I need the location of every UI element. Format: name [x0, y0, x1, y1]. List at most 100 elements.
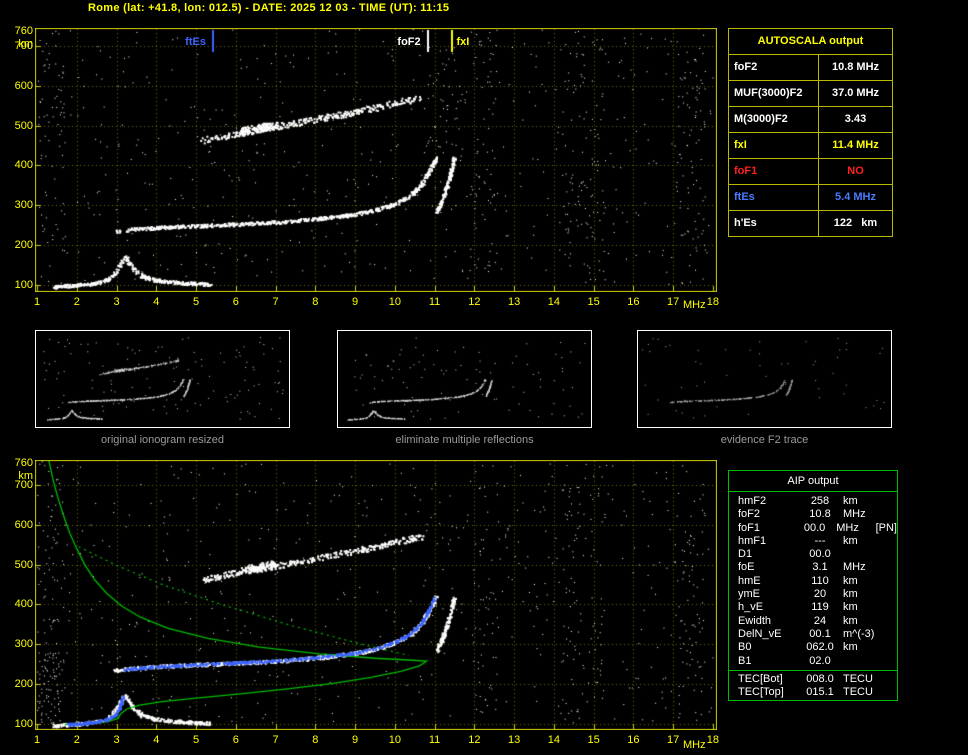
x-tick-label: 8 [312, 296, 319, 308]
x-tick-label: 4 [153, 734, 160, 746]
aip-table-row: h_vE 119 km [729, 601, 897, 614]
aip-table-row: Ewidth 24 km [729, 615, 897, 628]
aip-table-row: TEC[Top] 015.1 TECU [729, 686, 897, 699]
aip-table-row: DelN_vE 00.1 m^(-3) [729, 628, 897, 641]
autoscala-table-row: MUF(3000)F2 37.0 MHz [729, 80, 892, 106]
y-tick-label: 100 [14, 279, 33, 291]
autoscala-table-row: foF1 NO [729, 158, 892, 184]
aip-row-value: 02.0 [809, 654, 831, 667]
aip-table-row: foF1 00.0 MHz [PN] [729, 522, 897, 535]
aip-row-name: h_vE [738, 601, 764, 614]
x-tick-label: 9 [352, 734, 359, 746]
aip-divider [729, 669, 897, 671]
aip-table-row: TEC[Bot] 008.0 TECU [729, 673, 897, 686]
x-tick-label: 6 [232, 734, 239, 746]
aip-row-name: hmF1 [738, 534, 767, 547]
aip-row-name: B0 [738, 641, 752, 654]
autoscala-output-table: AUTOSCALA output foF2 10.8 MHz MUF(3000)F2… [728, 28, 893, 237]
x-axis-unit-bottom: MHz [683, 739, 706, 751]
autoscala-row-label: h'Es [729, 211, 819, 236]
y-tick-label: 200 [14, 239, 33, 252]
autoscala-row-label: foF2 [729, 55, 819, 80]
autoscala-row-value: 37.0 MHz [831, 87, 880, 99]
y-tick-label: 600 [14, 79, 33, 92]
x-tick-label: 14 [547, 734, 560, 746]
x-tick-label: 1 [33, 296, 41, 308]
x-tick-label: 2 [73, 296, 80, 308]
aip-table-row: foF2 10.8 MHz [729, 508, 897, 521]
aip-row-value: 110 [811, 574, 829, 587]
y-tick-label: 500 [14, 119, 33, 132]
aip-table-row: D1 00.0 [729, 548, 897, 561]
y-tick-label: 600 [14, 518, 33, 531]
aip-row-name: DelN_vE [738, 627, 782, 640]
aip-row-name: Ewidth [738, 614, 772, 627]
x-tick-label: 17 [667, 734, 680, 746]
aip-row-value: 24 [813, 614, 827, 627]
x-tick-label: 11 [428, 296, 441, 308]
x-tick-label: 15 [587, 734, 600, 746]
aip-table-row: foE 3.1 MHz [729, 561, 897, 574]
y-tick-label: 300 [14, 199, 33, 212]
x-tick-label: 6 [232, 296, 239, 308]
y-tick-label: 400 [14, 159, 33, 172]
autoscala-row-value: 10.8 MHz [831, 61, 880, 73]
x-tick-label: 14 [547, 296, 560, 308]
page-title: Rome (lat: +41.8, lon: 012.5) - DATE: 20… [88, 2, 450, 14]
aip-row-value: 062.0 [806, 641, 834, 654]
y-tick-label: 760 [14, 457, 33, 469]
aip-row-name: D1 [738, 548, 753, 561]
aip-row-name: ymE [738, 588, 760, 601]
x-tick-label: 16 [627, 296, 640, 308]
autoscala-row-label: fxI [729, 133, 819, 158]
aip-table-row: B0 062.0 km [729, 641, 897, 654]
x-tick-label: 18 [706, 296, 720, 308]
x-tick-label: 16 [627, 734, 640, 746]
y-tick-label: 700 [14, 478, 33, 491]
x-tick-label: 17 [667, 296, 680, 308]
aip-row-unit: km [843, 601, 858, 614]
aip-row-value: 00.1 [809, 627, 831, 640]
aip-row-name: B1 [738, 654, 752, 667]
x-tick-label: 10 [388, 734, 401, 746]
thumbnail-caption: eliminate multiple reflections [395, 434, 534, 446]
y-tick-label: 100 [14, 718, 33, 730]
x-tick-label: 4 [153, 296, 160, 308]
autoscala-row-label: ftEs [729, 185, 819, 210]
ionogram-plot-canvas [35, 28, 717, 292]
aip-row-unit: km [843, 574, 858, 587]
thumbnail-caption: original ionogram resized [101, 434, 224, 446]
autoscala-table-row: h'Es 122 km [729, 210, 892, 236]
x-tick-label: 7 [272, 296, 279, 308]
autoscala-row-label: MUF(3000)F2 [729, 81, 819, 106]
x-tick-label: 5 [192, 296, 200, 308]
aip-row-unit: km [843, 588, 858, 601]
aip-row-value: 015.1 [806, 686, 834, 699]
aip-row-unit: MHz [836, 521, 859, 534]
aip-table-row: B1 02.0 [729, 655, 897, 668]
autoscala-row-value: 5.4 MHz [835, 191, 876, 203]
aip-row-unit: MHz [843, 561, 866, 574]
thumbnail-multiple-reflections-removed [337, 330, 592, 428]
autoscala-table-title: AUTOSCALA output [729, 29, 892, 55]
aip-row-value: 119 [811, 601, 829, 614]
marker-label-fxi: fxI [456, 36, 470, 48]
x-tick-label: 18 [706, 734, 720, 746]
x-tick-label: 10 [388, 296, 401, 308]
aip-table-row: hmE 110 km [729, 575, 897, 588]
aip-row-unit: MHz [843, 508, 866, 521]
thumbnail-f2-trace-evidence [637, 330, 892, 428]
profile-plot-canvas [35, 460, 717, 730]
autoscala-row-value: 11.4 MHz [832, 139, 879, 151]
marker-label-fof2: foF2 [397, 36, 421, 48]
marker-label-ftes: ftEs [185, 36, 206, 48]
y-tick-label: 400 [14, 598, 33, 611]
x-tick-label: 12 [468, 296, 481, 308]
aip-row-unit: m^(-3) [843, 627, 875, 640]
y-tick-label: 200 [14, 678, 33, 691]
aip-table-row: ymE 20 km [729, 588, 897, 601]
x-tick-label: 13 [507, 734, 521, 746]
x-tick-label: 1 [33, 734, 41, 746]
aip-row-note: [PN] [875, 521, 897, 534]
aip-row-name: foF2 [738, 508, 761, 521]
